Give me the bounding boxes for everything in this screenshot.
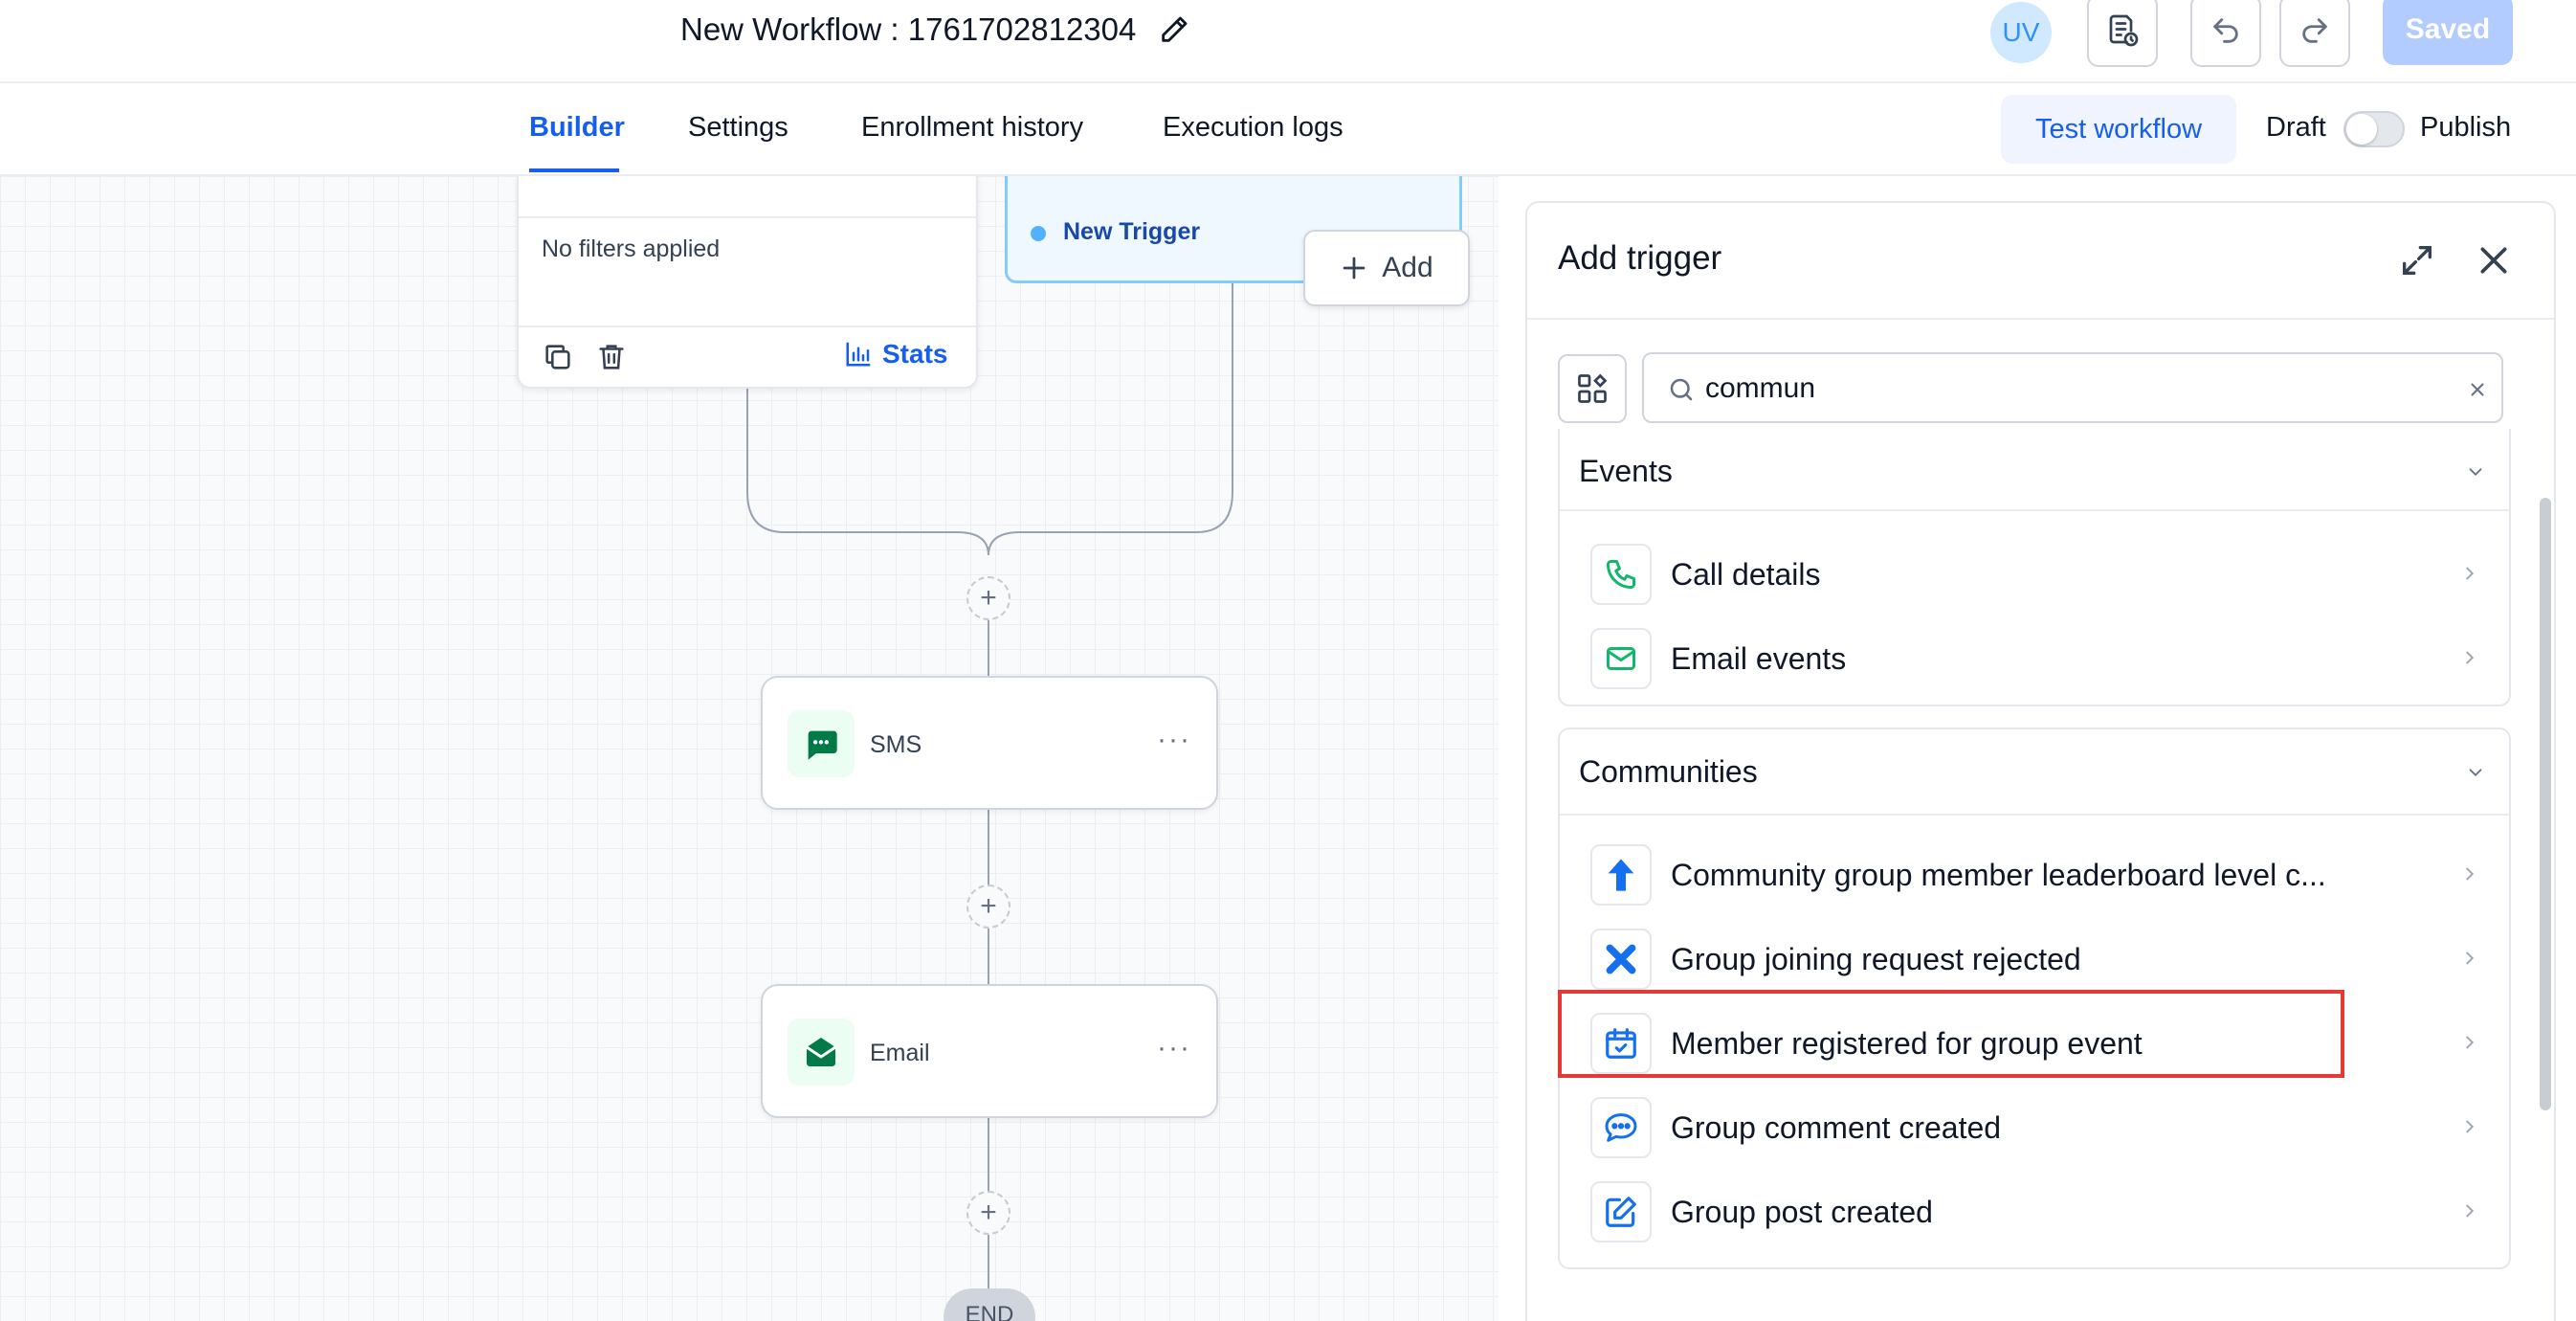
add-trigger-panel: Add trigger Events Call details	[1525, 201, 2556, 1321]
trigger-item-label: Email events	[1671, 641, 1847, 676]
trigger-item-leaderboard-level[interactable]: Community group member leaderboard level…	[1590, 844, 2480, 911]
comment-icon	[1590, 1097, 1652, 1158]
trigger-item-email-events[interactable]: Email events	[1590, 628, 2480, 695]
workflow-title: New Workflow : 1761702812304	[680, 11, 1137, 47]
copy-icon[interactable]	[542, 341, 574, 373]
section-title[interactable]: Events	[1579, 454, 1673, 489]
tab-enrollment-history[interactable]: Enrollment history	[861, 112, 1083, 144]
active-tab-indicator	[529, 168, 619, 172]
trigger-item-comment-created[interactable]: Group comment created	[1590, 1097, 2480, 1164]
redo-button[interactable]	[2279, 0, 2350, 67]
tab-settings[interactable]: Settings	[688, 112, 788, 144]
add-trigger-button[interactable]: Add	[1303, 230, 1470, 306]
trash-icon[interactable]	[595, 341, 628, 373]
pencil-icon[interactable]	[1158, 13, 1190, 46]
chevron-right-icon	[2466, 567, 2475, 580]
stats-button[interactable]: Stats	[844, 339, 947, 369]
search-input[interactable]	[1705, 369, 2432, 408]
section-divider	[1560, 509, 2509, 511]
chevron-right-icon	[2466, 1036, 2475, 1049]
trigger-item-call-details[interactable]: Call details	[1590, 544, 2480, 611]
trigger-item-label: Group post created	[1671, 1195, 1933, 1229]
phone-icon	[1590, 544, 1652, 605]
action-label: Email	[870, 1040, 930, 1066]
trigger-item-member-registered-event[interactable]: Member registered for group event	[1590, 1013, 2480, 1080]
trigger-item-joining-rejected[interactable]: Group joining request rejected	[1590, 929, 2480, 996]
section-events: Events Call details Email events	[1558, 429, 2511, 706]
plus-icon	[1343, 257, 1366, 280]
add-step-node[interactable]: +	[966, 576, 1010, 620]
calendar-check-icon	[1590, 1013, 1652, 1074]
redo-icon	[2302, 18, 2327, 43]
edit-icon	[1590, 1181, 1652, 1243]
trigger-item-label: Member registered for group event	[1671, 1026, 2143, 1061]
workflow-notes-button[interactable]	[2087, 0, 2158, 67]
publish-label: Publish	[2420, 112, 2512, 143]
undo-button[interactable]	[2190, 0, 2261, 67]
search-icon	[1670, 378, 1693, 401]
action-card-email[interactable]: Email ···	[761, 984, 1218, 1118]
chevron-right-icon	[2466, 651, 2475, 664]
chevron-down-icon[interactable]	[2465, 762, 2486, 783]
panel-header-divider	[1527, 318, 2554, 320]
add-step-node[interactable]: +	[966, 884, 1010, 929]
card-divider	[519, 216, 976, 218]
action-card-sms[interactable]: SMS ···	[761, 676, 1218, 810]
end-node: END	[944, 1288, 1035, 1321]
chevron-right-icon	[2466, 952, 2475, 965]
action-label: SMS	[870, 731, 922, 758]
chevron-right-icon	[2466, 1204, 2475, 1218]
trigger-item-label: Call details	[1671, 557, 1821, 592]
workflow-canvas[interactable]: No filters applied Stats New Trigger Add…	[0, 176, 1499, 1321]
close-icon[interactable]	[2475, 241, 2513, 280]
test-workflow-button[interactable]: Test workflow	[2001, 95, 2236, 164]
chat-icon	[788, 710, 855, 777]
panel-title: Add trigger	[1558, 239, 1722, 277]
trigger-search-box[interactable]	[1642, 352, 2503, 423]
draft-label: Draft	[2266, 112, 2326, 143]
section-divider	[1560, 814, 2509, 816]
section-communities: Communities Community group member leade…	[1558, 728, 2511, 1269]
stats-label: Stats	[882, 339, 948, 369]
saved-button[interactable]: Saved	[2383, 0, 2513, 65]
arrow-up-icon	[1590, 844, 1652, 906]
trigger-status-dot	[1031, 226, 1046, 241]
trigger-item-label: Group comment created	[1671, 1110, 2002, 1145]
undo-icon	[2213, 18, 2238, 43]
add-label: Add	[1382, 252, 1433, 283]
document-clock-icon	[2109, 14, 2139, 47]
chevron-right-icon	[2466, 1120, 2475, 1133]
trigger-filter-card[interactable]: No filters applied Stats	[517, 176, 978, 389]
section-title[interactable]: Communities	[1579, 754, 1758, 790]
expand-icon[interactable]	[2398, 241, 2436, 280]
grid-icon	[1578, 373, 1608, 403]
mail-icon	[1590, 628, 1652, 689]
envelope-icon	[788, 1019, 855, 1086]
tab-builder[interactable]: Builder	[529, 112, 625, 144]
publish-toggle-knob	[2346, 114, 2377, 145]
more-options-icon[interactable]: ···	[1157, 1032, 1191, 1064]
add-step-node[interactable]: +	[966, 1191, 1010, 1235]
trigger-label: New Trigger	[1063, 218, 1201, 245]
card-footer-divider	[519, 325, 976, 327]
chevron-right-icon	[2466, 867, 2475, 881]
trigger-item-label: Community group member leaderboard level…	[1671, 858, 2326, 892]
top-header: New Workflow : 1761702812304 UV Saved	[0, 0, 2576, 83]
category-view-button[interactable]	[1558, 354, 1627, 423]
more-options-icon[interactable]: ···	[1157, 724, 1191, 756]
avatar[interactable]: UV	[1990, 2, 2052, 63]
panel-scrollbar[interactable]	[2540, 498, 2551, 1110]
x-icon	[1590, 929, 1652, 990]
trigger-item-label: Group joining request rejected	[1671, 942, 2081, 976]
clear-search-icon[interactable]	[2467, 379, 2488, 400]
tab-execution-logs[interactable]: Execution logs	[1163, 112, 1344, 144]
bar-chart-icon	[846, 342, 871, 367]
chevron-down-icon[interactable]	[2465, 461, 2486, 482]
filter-status-text: No filters applied	[542, 235, 721, 262]
trigger-item-post-created[interactable]: Group post created	[1590, 1181, 2480, 1248]
